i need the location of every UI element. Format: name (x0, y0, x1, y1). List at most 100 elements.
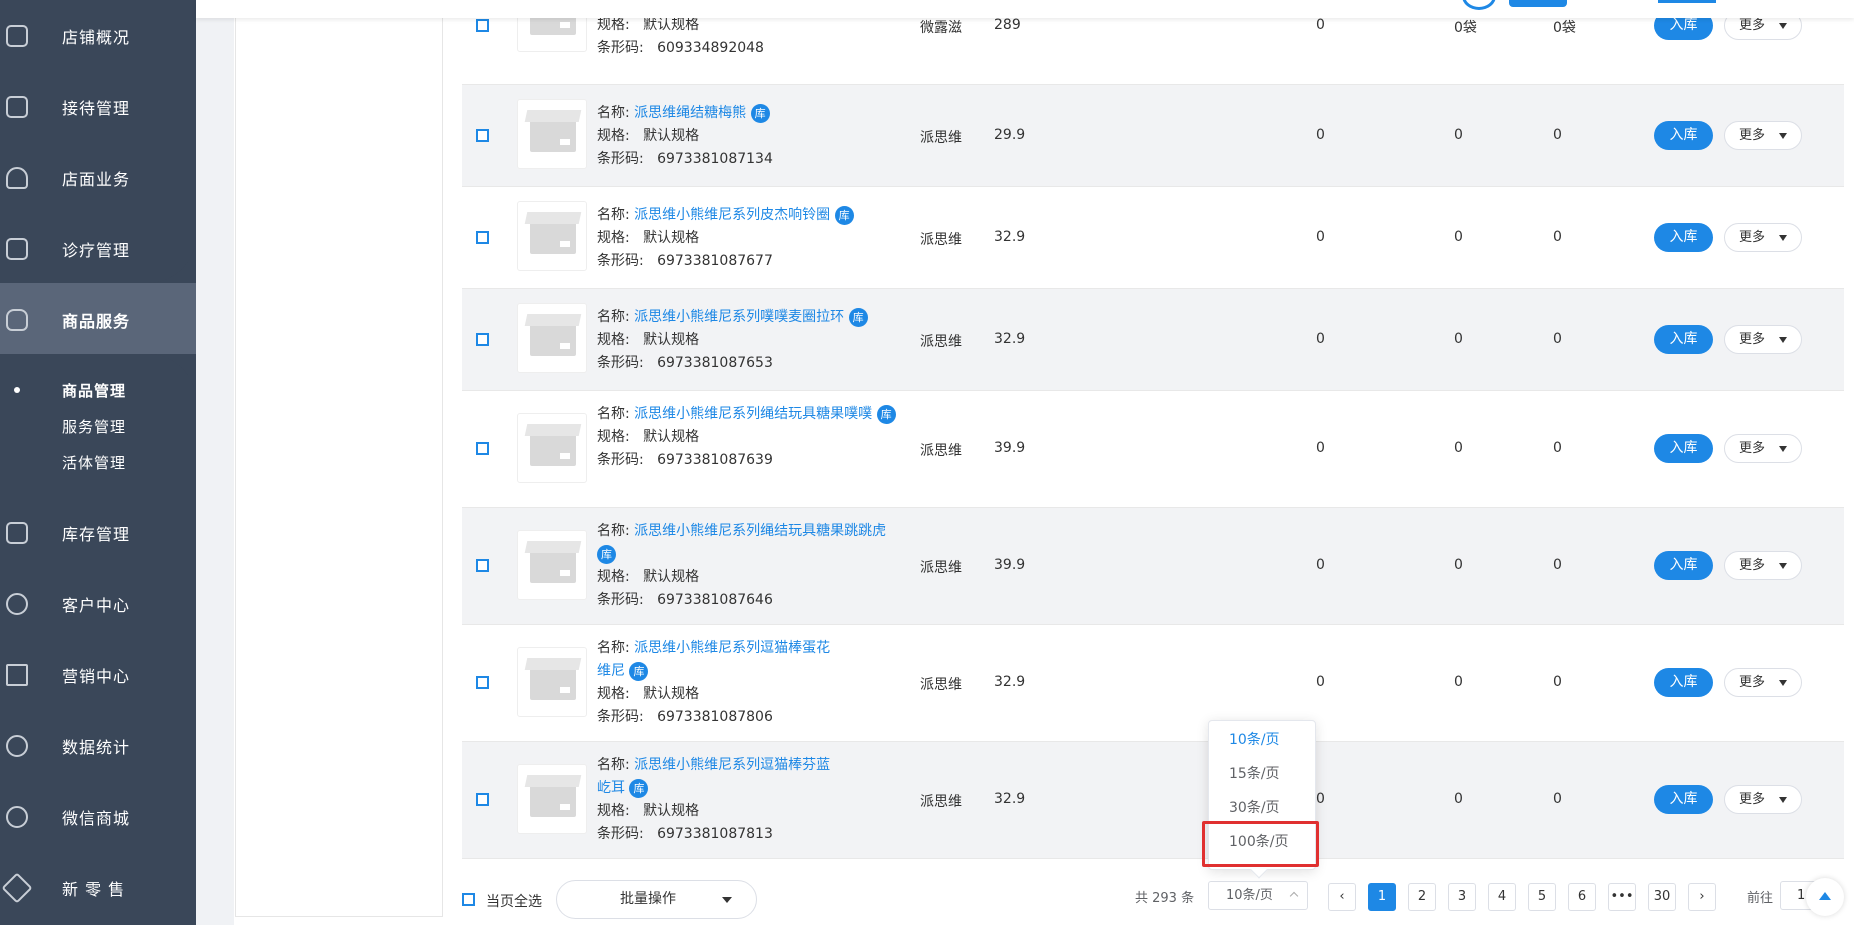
stock-in-button[interactable]: 入库 (1654, 785, 1713, 814)
stock-in-button[interactable]: 入库 (1654, 551, 1713, 580)
chevron-up-icon (1289, 891, 1299, 901)
sidebar-item-customer[interactable]: 客户中心 (0, 568, 196, 639)
product-name-link[interactable]: 派思维小熊维尼系列绳结玩具糖果噗噗 (634, 406, 872, 422)
barcode-value: 6973381087646 (657, 592, 773, 608)
row-checkbox[interactable] (476, 793, 489, 806)
row-checkbox[interactable] (476, 442, 489, 455)
name-label: 名称: (597, 523, 635, 539)
sidebar-item-new-retail[interactable]: 新 零 售 (0, 852, 196, 923)
more-button[interactable]: 更多 (1724, 223, 1802, 252)
prev-page-button[interactable]: ‹ (1328, 883, 1356, 911)
sidebar-item-label: 微信商城 (62, 808, 131, 828)
qty-cell: 0 (1454, 440, 1463, 456)
qty-cell: 0 (1553, 127, 1562, 143)
package-icon (530, 118, 576, 152)
stock-in-button[interactable]: 入库 (1654, 434, 1713, 463)
qty-cell: 0 (1553, 331, 1562, 347)
brand-cell: 派思维 (920, 130, 962, 146)
row-checkbox[interactable] (476, 333, 489, 346)
sidebar-subitem-service-management[interactable]: 服务管理 (62, 416, 126, 437)
sidebar-item-label: 库存管理 (62, 524, 131, 544)
row-checkbox[interactable] (476, 559, 489, 572)
more-button[interactable]: 更多 (1724, 434, 1802, 463)
barcode-label: 条形码: (597, 355, 644, 371)
back-to-top-button[interactable] (1806, 878, 1844, 916)
sidebar-item-store-business[interactable]: 店面业务 (0, 142, 196, 213)
more-button[interactable]: 更多 (1724, 325, 1802, 354)
qty-cell: 0 (1316, 331, 1325, 347)
more-label: 更多 (1739, 230, 1766, 245)
page-button[interactable]: 6 (1568, 883, 1596, 911)
row-checkbox[interactable] (476, 129, 489, 142)
page-button[interactable]: 2 (1408, 883, 1436, 911)
header-button[interactable] (1658, 0, 1716, 3)
sidebar-subitem-goods-management[interactable]: 商品管理 (62, 380, 126, 401)
barcode-label: 条形码: (597, 151, 644, 167)
stock-in-button[interactable]: 入库 (1654, 223, 1713, 252)
select-all-checkbox[interactable] (462, 893, 475, 906)
qty-cell: 0 (1316, 229, 1325, 245)
name-label: 名称: (597, 406, 635, 422)
sidebar-item-label: 诊疗管理 (62, 240, 131, 260)
price-cell: 32.9 (994, 674, 1026, 690)
row-checkbox[interactable] (476, 676, 489, 689)
more-button[interactable]: 更多 (1724, 551, 1802, 580)
more-button[interactable]: 更多 (1724, 668, 1802, 697)
page-button[interactable]: 5 (1528, 883, 1556, 911)
stock-tag: 库 (629, 778, 649, 798)
page-size-option-15[interactable]: 15条/页 (1209, 757, 1315, 791)
wechat-mall-icon (6, 805, 28, 828)
more-label: 更多 (1739, 792, 1766, 807)
page-size-option-30[interactable]: 30条/页 (1209, 791, 1315, 825)
select-all-label[interactable]: 当页全选 (486, 891, 542, 911)
sidebar-item-label: 商品服务 (62, 311, 131, 331)
stock-in-button[interactable]: 入库 (1654, 668, 1713, 697)
page-size-option-10[interactable]: 10条/页 (1209, 723, 1315, 757)
sidebar-item-statistics[interactable]: 数据统计 (0, 710, 196, 781)
more-button[interactable]: 更多 (1724, 785, 1802, 814)
more-button[interactable]: 更多 (1724, 121, 1802, 150)
qty-cell: 0 (1454, 229, 1463, 245)
row-checkbox[interactable] (476, 19, 489, 32)
sidebar-item-store-overview[interactable]: 店铺概况 (0, 0, 196, 71)
sidebar-item-marketing[interactable]: 营销中心 (0, 639, 196, 710)
stock-in-button[interactable]: 入库 (1654, 121, 1713, 150)
price-cell: 32.9 (994, 791, 1026, 807)
medical-icon (6, 237, 28, 260)
table-row: 名称: 派思维小熊维尼系列绳结玩具糖果跳跳虎 库 规格: 默认规格 条形码: 6… (462, 508, 1844, 625)
page-button[interactable]: 3 (1448, 883, 1476, 911)
brand-cell: 派思维 (920, 334, 962, 350)
next-page-button[interactable]: › (1688, 883, 1716, 911)
qty-cell: 0 (1454, 674, 1463, 690)
brand-cell: 派思维 (920, 443, 962, 459)
price-cell: 29.9 (994, 127, 1026, 143)
sidebar-subitem-live-animal[interactable]: 活体管理 (62, 452, 126, 473)
price-cell: 39.9 (994, 440, 1026, 456)
row-checkbox[interactable] (476, 231, 489, 244)
sidebar-item-inventory[interactable]: 库存管理 (0, 497, 196, 568)
goto-label: 前往 (1747, 891, 1774, 906)
sidebar-item-wechat-mall[interactable]: 微信商城 (0, 781, 196, 852)
sidebar-item-label: 店面业务 (62, 169, 131, 189)
page-button[interactable]: 4 (1488, 883, 1516, 911)
spec-label: 规格: (597, 17, 630, 33)
page-button[interactable]: 1 (1368, 883, 1396, 911)
page-button[interactable]: 30 (1648, 883, 1676, 911)
product-info: 名称: 派思维小熊维尼系列皮杰响铃圈 库 规格: 默认规格 条形码: 69733… (597, 204, 854, 273)
product-name-link[interactable]: 派思维小熊维尼系列噗噗麦圈拉环 (634, 309, 844, 325)
sidebar-item-label: 新 零 售 (62, 879, 126, 899)
name-label: 名称: (597, 640, 635, 656)
sidebar-item-goods-services[interactable]: 商品服务 (0, 284, 196, 355)
stock-in-button[interactable]: 入库 (1654, 325, 1713, 354)
product-name-link[interactable]: 派思维小熊维尼系列绳结玩具糖果跳跳虎 (634, 523, 886, 539)
role-badge (1509, 0, 1567, 7)
more-pages-button[interactable]: ••• (1608, 883, 1636, 911)
spec-label: 规格: (597, 803, 630, 819)
product-name-link[interactable]: 派思维绳结糖梅熊 (634, 105, 746, 121)
page-size-select[interactable]: 10条/页 (1208, 881, 1308, 910)
sidebar-item-medical[interactable]: 诊疗管理 (0, 213, 196, 284)
sidebar-item-reception[interactable]: 接待管理 (0, 71, 196, 142)
bulk-action-select[interactable]: 批量操作 (556, 880, 757, 919)
product-name-link[interactable]: 派思维小熊维尼系列皮杰响铃圈 (634, 207, 830, 223)
brand-cell: 派思维 (920, 677, 962, 693)
